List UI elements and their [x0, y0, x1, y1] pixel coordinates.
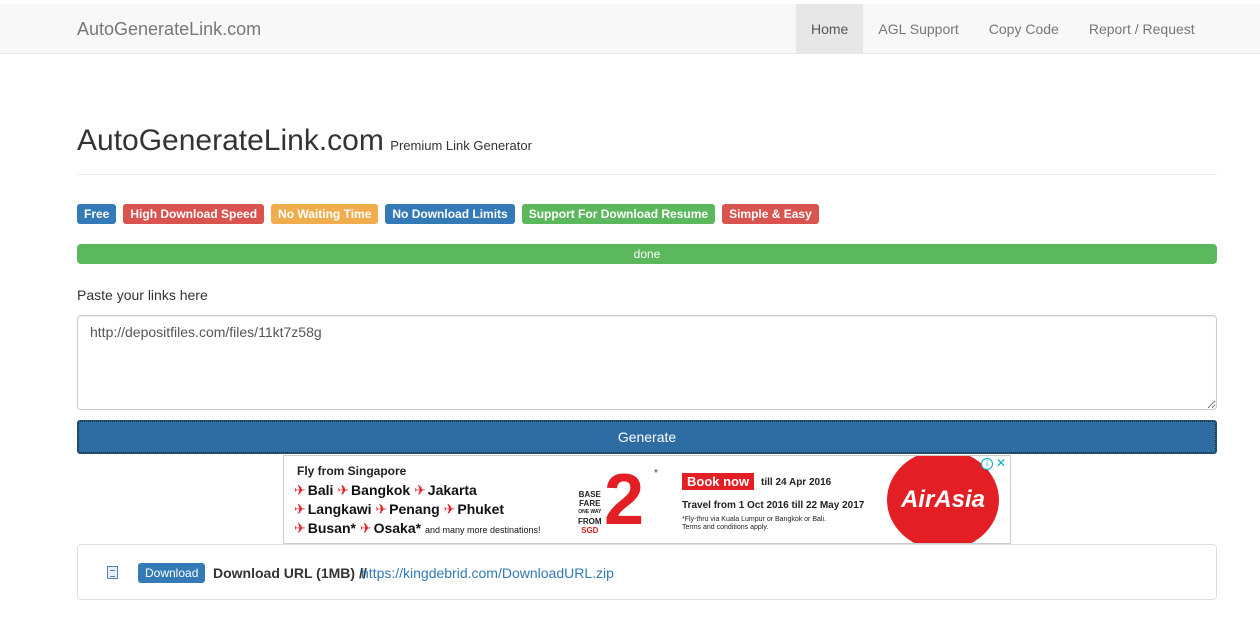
plane-icon: ✈ — [443, 501, 456, 517]
ad-destinations-row-3: ✈ Busan* ✈ Osaka* and many more destinatio… — [294, 520, 541, 537]
label-no-waiting-time: No Waiting Time — [271, 204, 379, 224]
ad-heading: Fly from Singapore — [297, 464, 407, 478]
ad-more-destinations: and many more destinations! — [424, 525, 541, 535]
ad-destination: Bali — [307, 482, 334, 498]
ad-info-icon[interactable]: i — [981, 458, 993, 470]
progress-bar: done — [77, 244, 1217, 264]
nav-item-report-request[interactable]: Report / Request — [1074, 4, 1210, 54]
plane-icon: ✈ — [294, 501, 306, 517]
ad-destinations-row-1: ✈ Bali ✈ Bangkok ✈ Jakarta — [294, 482, 477, 499]
generate-button[interactable]: Generate — [77, 420, 1217, 454]
ad-fare-line: ONE WAY — [578, 509, 602, 515]
label-support-resume: Support For Download Resume — [521, 204, 716, 224]
ad-fine-print: *Fly-thru via Kuala Lumpur or Bangkok or… — [682, 516, 826, 532]
ad-destination: Penang — [389, 501, 440, 517]
result-panel: Download Download URL (1MB) // https://k… — [77, 544, 1217, 600]
label-simple-easy: Simple & Easy — [722, 204, 819, 224]
plane-icon: ✈ — [294, 482, 306, 498]
page-header: AutoGenerateLink.com Premium Link Genera… — [77, 124, 1217, 175]
ad-travel-period: Travel from 1 Oct 2016 till 22 May 2017 — [682, 500, 865, 511]
ad-price-star: * — [654, 468, 658, 479]
nav-item-agl-support[interactable]: AGL Support — [863, 4, 973, 54]
ad-fare-line: FROM — [578, 517, 602, 526]
ad-fare-caption: BASE FARE ONE WAY FROM SGD — [578, 490, 602, 535]
navbar: AutoGenerateLink.com Home AGL Support Co… — [0, 1, 1260, 54]
ad-fare-line: FARE — [579, 499, 601, 508]
label-free: Free — [77, 204, 117, 224]
ad-destination: Busan* — [307, 520, 356, 536]
navbar-menu: Home AGL Support Copy Code Report / Requ… — [796, 4, 1210, 54]
ad-destination: Jakarta — [427, 482, 477, 498]
page-subtitle: Premium Link Generator — [390, 138, 532, 153]
ad-currency: SGD — [581, 526, 599, 535]
nav-item-home[interactable]: Home — [796, 4, 864, 54]
plane-icon: ✈ — [375, 501, 388, 517]
label-no-download-limits: No Download Limits — [385, 204, 515, 224]
ad-book-now[interactable]: Book now — [682, 473, 755, 490]
feature-labels: Free High Download Speed No Waiting Time… — [77, 204, 826, 224]
ad-fine-line: Terms and conditions apply. — [682, 524, 769, 531]
plane-icon: ✈ — [359, 520, 372, 536]
ad-fare-line: BASE — [578, 490, 601, 499]
ad-destination: Bangkok — [351, 482, 411, 498]
ad-banner[interactable]: Fly from Singapore ✈ Bali ✈ Bangkok ✈ Jakar… — [283, 455, 1011, 544]
links-textarea[interactable]: http://depositfiles.com/files/11kt7z58g — [77, 315, 1217, 410]
download-link[interactable]: https://kingdebrid.com/DownloadURL.zip — [361, 565, 614, 581]
progress-label: done — [633, 247, 661, 261]
ad-price: 2 — [604, 460, 645, 540]
file-icon — [107, 566, 118, 579]
plane-icon: ✈ — [294, 520, 306, 536]
nav-item-copy-code[interactable]: Copy Code — [974, 4, 1074, 54]
ad-destinations-row-2: ✈ Langkawi ✈ Penang ✈ Phuket — [294, 501, 504, 518]
plane-icon: ✈ — [414, 482, 426, 498]
ad-close-icon[interactable]: ✕ — [996, 457, 1006, 469]
page-title: AutoGenerateLink.com — [77, 124, 384, 157]
label-high-download-speed: High Download Speed — [123, 204, 265, 224]
ad-destination: Osaka* — [373, 520, 422, 536]
download-button[interactable]: Download — [138, 563, 206, 583]
ad-till-date: till 24 Apr 2016 — [761, 477, 832, 488]
ad-fine-line: *Fly-thru via Kuala Lumpur or Bangkok or… — [682, 516, 826, 523]
navbar-brand[interactable]: AutoGenerateLink.com — [77, 19, 261, 40]
ad-destination: Phuket — [457, 501, 505, 517]
plane-icon: ✈ — [337, 482, 350, 498]
ad-destination: Langkawi — [307, 501, 372, 517]
paste-links-label: Paste your links here — [77, 287, 208, 303]
download-url-text: Download URL (1MB) // — [213, 565, 367, 581]
